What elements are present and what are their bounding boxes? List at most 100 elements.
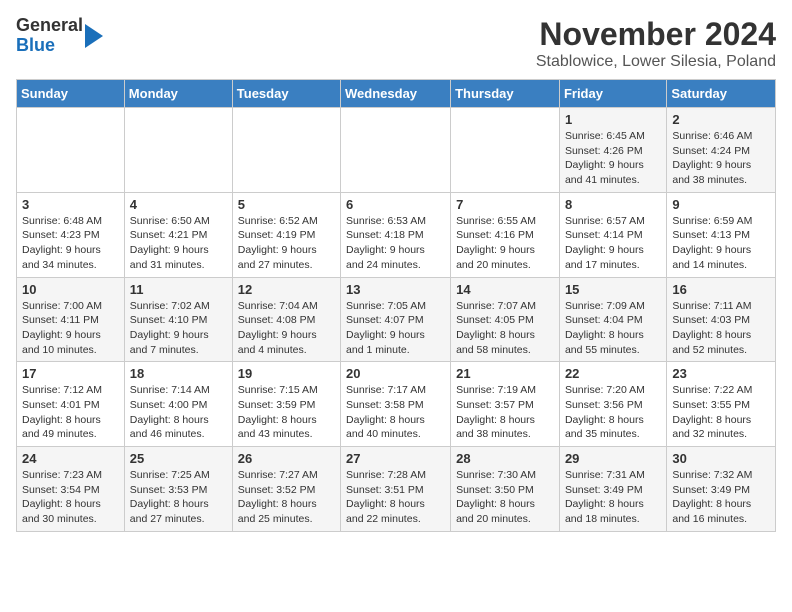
column-header-saturday: Saturday — [667, 80, 776, 108]
day-info: Sunrise: 6:52 AM Sunset: 4:19 PM Dayligh… — [238, 214, 335, 273]
calendar-cell — [451, 108, 560, 193]
day-number: 15 — [565, 282, 661, 297]
day-info: Sunrise: 6:45 AM Sunset: 4:26 PM Dayligh… — [565, 129, 661, 188]
day-number: 27 — [346, 451, 445, 466]
day-info: Sunrise: 6:59 AM Sunset: 4:13 PM Dayligh… — [672, 214, 770, 273]
column-header-friday: Friday — [559, 80, 666, 108]
day-info: Sunrise: 7:20 AM Sunset: 3:56 PM Dayligh… — [565, 383, 661, 442]
day-number: 29 — [565, 451, 661, 466]
day-info: Sunrise: 7:11 AM Sunset: 4:03 PM Dayligh… — [672, 299, 770, 358]
calendar-cell: 25 Sunrise: 7:25 AM Sunset: 3:53 PM Dayli… — [124, 447, 232, 532]
week-row-4: 17 Sunrise: 7:12 AM Sunset: 4:01 PM Dayli… — [17, 362, 776, 447]
calendar-cell: 23 Sunrise: 7:22 AM Sunset: 3:55 PM Dayli… — [667, 362, 776, 447]
calendar-cell: 26 Sunrise: 7:27 AM Sunset: 3:52 PM Dayli… — [232, 447, 340, 532]
day-info: Sunrise: 7:04 AM Sunset: 4:08 PM Dayligh… — [238, 299, 335, 358]
day-number: 4 — [130, 197, 227, 212]
day-info: Sunrise: 6:46 AM Sunset: 4:24 PM Dayligh… — [672, 129, 770, 188]
week-row-2: 3Sunrise: 6:48 AM Sunset: 4:23 PM Daylig… — [17, 192, 776, 277]
calendar-cell: 9 Sunrise: 6:59 AM Sunset: 4:13 PM Daylig… — [667, 192, 776, 277]
calendar-cell: 12Sunrise: 7:04 AM Sunset: 4:08 PM Dayli… — [232, 277, 340, 362]
day-info: Sunrise: 7:28 AM Sunset: 3:51 PM Dayligh… — [346, 468, 445, 527]
day-info: Sunrise: 7:31 AM Sunset: 3:49 PM Dayligh… — [565, 468, 661, 527]
calendar-cell: 20 Sunrise: 7:17 AM Sunset: 3:58 PM Dayli… — [341, 362, 451, 447]
calendar-cell: 17 Sunrise: 7:12 AM Sunset: 4:01 PM Dayli… — [17, 362, 125, 447]
day-number: 2 — [672, 112, 770, 127]
calendar-cell: 14 Sunrise: 7:07 AM Sunset: 4:05 PM Dayli… — [451, 277, 560, 362]
day-number: 7 — [456, 197, 554, 212]
day-number: 13 — [346, 282, 445, 297]
day-info: Sunrise: 7:17 AM Sunset: 3:58 PM Dayligh… — [346, 383, 445, 442]
calendar-body: 1 Sunrise: 6:45 AM Sunset: 4:26 PM Daylig… — [17, 108, 776, 532]
calendar-table: SundayMondayTuesdayWednesdayThursdayFrid… — [16, 79, 776, 532]
day-info: Sunrise: 6:57 AM Sunset: 4:14 PM Dayligh… — [565, 214, 661, 273]
calendar-cell: 6 Sunrise: 6:53 AM Sunset: 4:18 PM Daylig… — [341, 192, 451, 277]
calendar-cell: 15 Sunrise: 7:09 AM Sunset: 4:04 PM Dayli… — [559, 277, 666, 362]
logo-arrow-icon — [85, 24, 103, 48]
calendar-cell: 2 Sunrise: 6:46 AM Sunset: 4:24 PM Daylig… — [667, 108, 776, 193]
day-info: Sunrise: 6:55 AM Sunset: 4:16 PM Dayligh… — [456, 214, 554, 273]
day-number: 26 — [238, 451, 335, 466]
week-row-3: 10 Sunrise: 7:00 AM Sunset: 4:11 PM Dayli… — [17, 277, 776, 362]
calendar-cell: 22 Sunrise: 7:20 AM Sunset: 3:56 PM Dayli… — [559, 362, 666, 447]
day-number: 21 — [456, 366, 554, 381]
day-info: Sunrise: 7:25 AM Sunset: 3:53 PM Dayligh… — [130, 468, 227, 527]
column-header-tuesday: Tuesday — [232, 80, 340, 108]
calendar-cell: 1 Sunrise: 6:45 AM Sunset: 4:26 PM Daylig… — [559, 108, 666, 193]
day-info: Sunrise: 7:07 AM Sunset: 4:05 PM Dayligh… — [456, 299, 554, 358]
calendar-cell: 11 Sunrise: 7:02 AM Sunset: 4:10 PM Dayli… — [124, 277, 232, 362]
calendar-cell: 28Sunrise: 7:30 AM Sunset: 3:50 PM Dayli… — [451, 447, 560, 532]
page-title: November 2024 — [536, 16, 776, 53]
day-info: Sunrise: 7:14 AM Sunset: 4:00 PM Dayligh… — [130, 383, 227, 442]
day-number: 25 — [130, 451, 227, 466]
day-info: Sunrise: 7:22 AM Sunset: 3:55 PM Dayligh… — [672, 383, 770, 442]
calendar-cell: 21 Sunrise: 7:19 AM Sunset: 3:57 PM Dayli… — [451, 362, 560, 447]
calendar-cell: 27 Sunrise: 7:28 AM Sunset: 3:51 PM Dayli… — [341, 447, 451, 532]
day-info: Sunrise: 7:19 AM Sunset: 3:57 PM Dayligh… — [456, 383, 554, 442]
calendar-cell: 24Sunrise: 7:23 AM Sunset: 3:54 PM Dayli… — [17, 447, 125, 532]
page-header: General Blue November 2024 Stablowice, L… — [16, 16, 776, 71]
day-number: 18 — [130, 366, 227, 381]
day-number: 30 — [672, 451, 770, 466]
day-info: Sunrise: 6:53 AM Sunset: 4:18 PM Dayligh… — [346, 214, 445, 273]
calendar-cell: 16 Sunrise: 7:11 AM Sunset: 4:03 PM Dayli… — [667, 277, 776, 362]
calendar-header-row: SundayMondayTuesdayWednesdayThursdayFrid… — [17, 80, 776, 108]
day-info: Sunrise: 7:00 AM Sunset: 4:11 PM Dayligh… — [22, 299, 119, 358]
day-info: Sunrise: 7:02 AM Sunset: 4:10 PM Dayligh… — [130, 299, 227, 358]
day-number: 1 — [565, 112, 661, 127]
day-number: 8 — [565, 197, 661, 212]
page-subtitle: Stablowice, Lower Silesia, Poland — [536, 53, 776, 71]
day-number: 11 — [130, 282, 227, 297]
day-info: Sunrise: 6:48 AM Sunset: 4:23 PM Dayligh… — [22, 214, 119, 273]
day-number: 10 — [22, 282, 119, 297]
calendar-cell: 18 Sunrise: 7:14 AM Sunset: 4:00 PM Dayli… — [124, 362, 232, 447]
calendar-cell — [232, 108, 340, 193]
day-info: Sunrise: 7:27 AM Sunset: 3:52 PM Dayligh… — [238, 468, 335, 527]
day-info: Sunrise: 7:32 AM Sunset: 3:49 PM Dayligh… — [672, 468, 770, 527]
day-number: 22 — [565, 366, 661, 381]
day-number: 6 — [346, 197, 445, 212]
column-header-thursday: Thursday — [451, 80, 560, 108]
day-number: 17 — [22, 366, 119, 381]
column-header-wednesday: Wednesday — [341, 80, 451, 108]
day-info: Sunrise: 7:12 AM Sunset: 4:01 PM Dayligh… — [22, 383, 119, 442]
calendar-cell: 19Sunrise: 7:15 AM Sunset: 3:59 PM Dayli… — [232, 362, 340, 447]
day-number: 23 — [672, 366, 770, 381]
day-number: 14 — [456, 282, 554, 297]
day-number: 20 — [346, 366, 445, 381]
title-block: November 2024 Stablowice, Lower Silesia,… — [536, 16, 776, 71]
logo-text: General Blue — [16, 16, 83, 56]
calendar-cell: 7 Sunrise: 6:55 AM Sunset: 4:16 PM Daylig… — [451, 192, 560, 277]
calendar-cell — [124, 108, 232, 193]
column-header-monday: Monday — [124, 80, 232, 108]
calendar-cell: 4 Sunrise: 6:50 AM Sunset: 4:21 PM Daylig… — [124, 192, 232, 277]
day-number: 16 — [672, 282, 770, 297]
day-number: 9 — [672, 197, 770, 212]
calendar-cell: 8 Sunrise: 6:57 AM Sunset: 4:14 PM Daylig… — [559, 192, 666, 277]
week-row-5: 24Sunrise: 7:23 AM Sunset: 3:54 PM Dayli… — [17, 447, 776, 532]
day-info: Sunrise: 6:50 AM Sunset: 4:21 PM Dayligh… — [130, 214, 227, 273]
calendar-cell: 3Sunrise: 6:48 AM Sunset: 4:23 PM Daylig… — [17, 192, 125, 277]
day-info: Sunrise: 7:30 AM Sunset: 3:50 PM Dayligh… — [456, 468, 554, 527]
calendar-cell: 13Sunrise: 7:05 AM Sunset: 4:07 PM Dayli… — [341, 277, 451, 362]
day-number: 5 — [238, 197, 335, 212]
day-info: Sunrise: 7:09 AM Sunset: 4:04 PM Dayligh… — [565, 299, 661, 358]
